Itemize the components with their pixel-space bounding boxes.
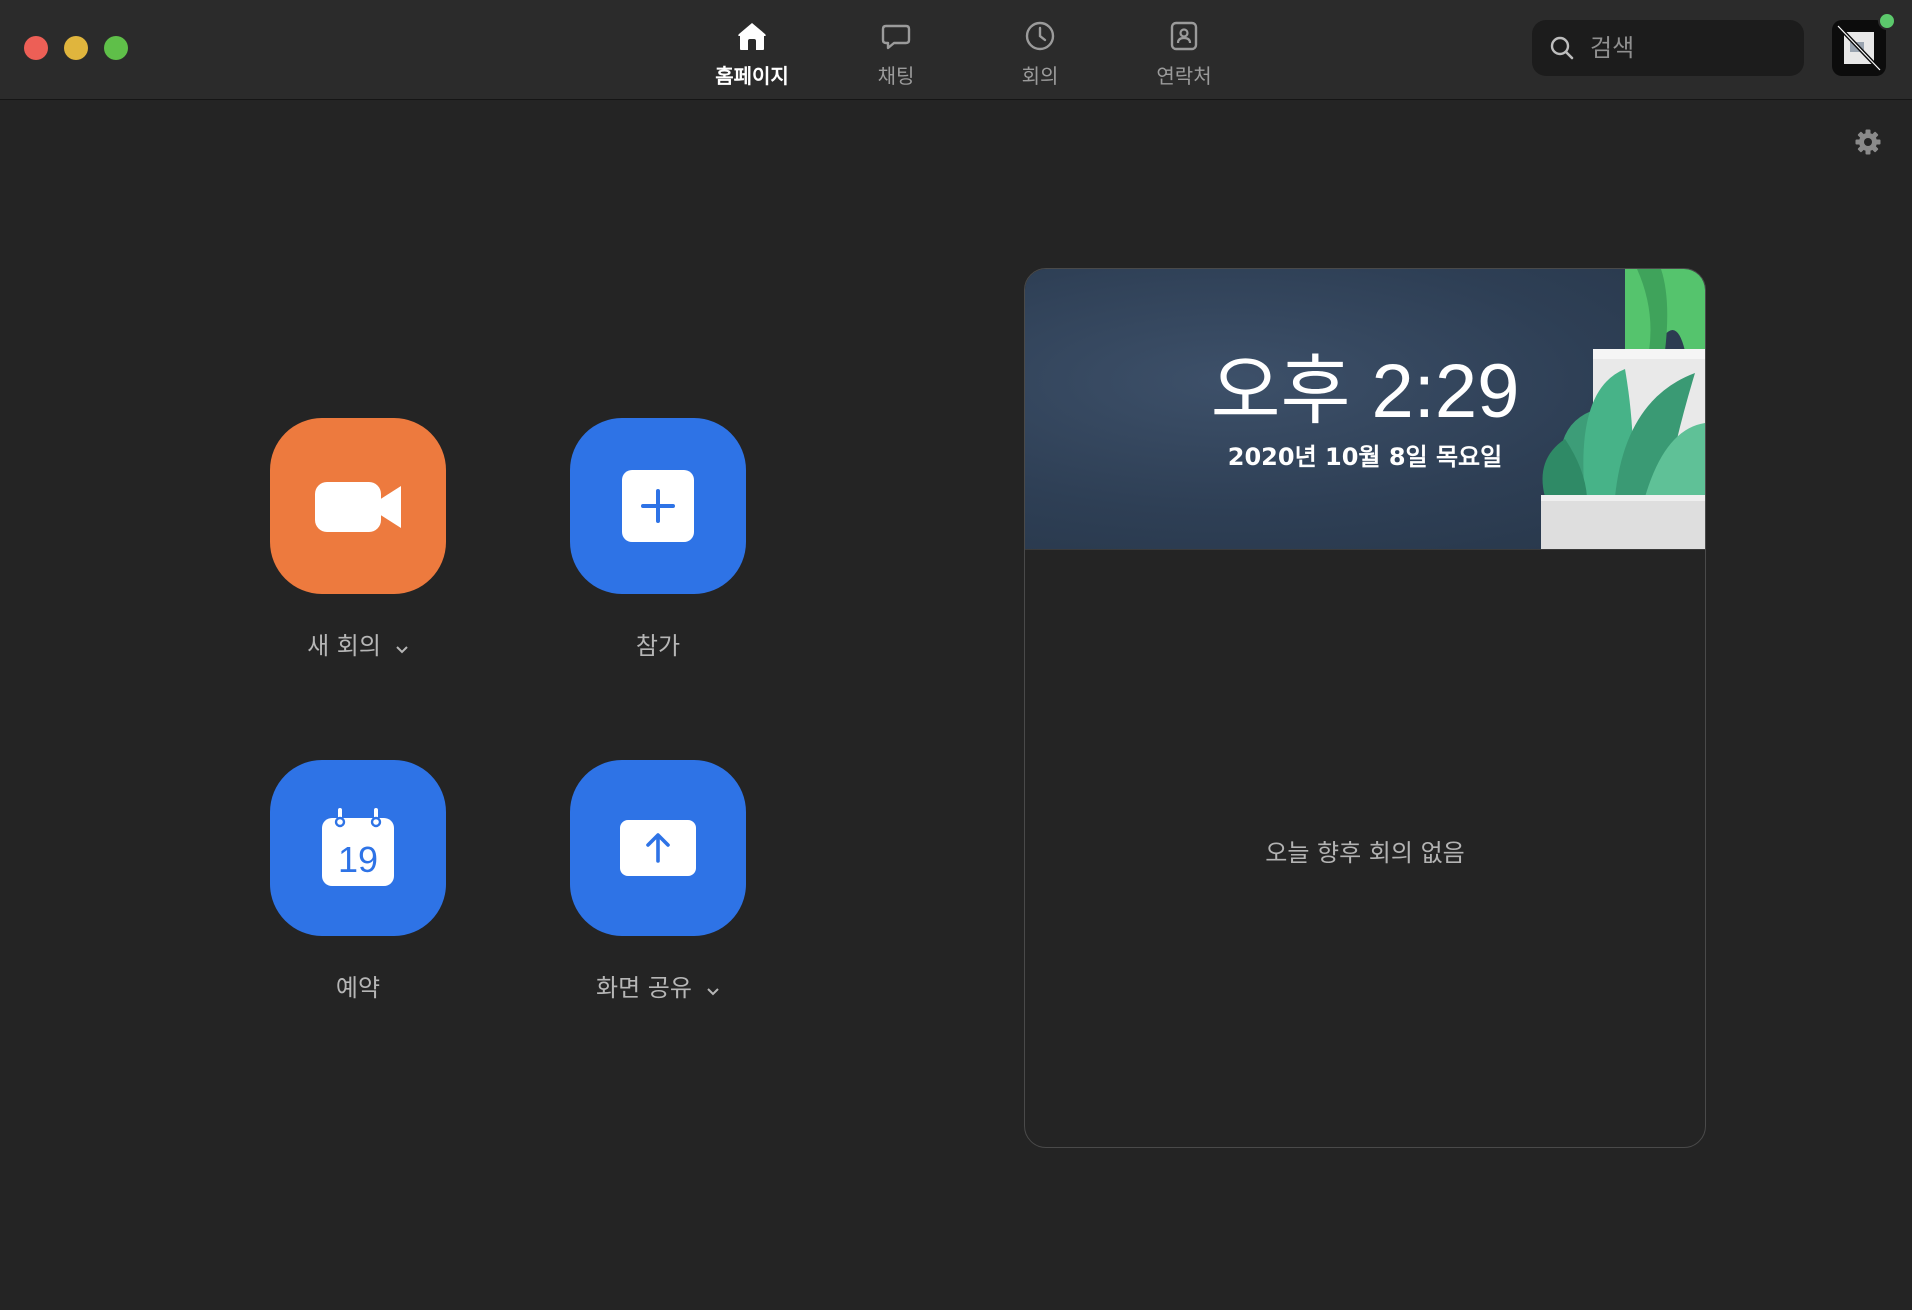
profile-picture-icon	[1836, 24, 1882, 72]
schedule-action: 19 예약	[270, 760, 446, 1002]
new-meeting-action: 새 회의	[270, 418, 446, 660]
plus-icon	[622, 470, 694, 542]
upload-arrow-icon	[620, 820, 696, 876]
upcoming-meetings-panel: 오후 2:29 2020년 10월 8일 목요일 오늘 향후 회의 없음	[1024, 268, 1706, 1148]
avatar[interactable]	[1832, 20, 1886, 76]
video-camera-icon	[315, 482, 401, 532]
tab-home-label: 홈페이지	[715, 64, 789, 88]
share-screen-label: 화면 공유	[596, 974, 692, 1002]
window-close-button[interactable]	[24, 36, 48, 60]
tab-meetings[interactable]: 회의	[968, 14, 1112, 94]
no-meetings-message: 오늘 향후 회의 없음	[1265, 839, 1465, 867]
share-screen-action: 화면 공유	[570, 760, 746, 1002]
window-minimize-button[interactable]	[64, 36, 88, 60]
chevron-down-icon[interactable]	[706, 975, 720, 1003]
share-screen-caption[interactable]: 화면 공유	[510, 968, 806, 1003]
join-caption: 참가	[510, 626, 806, 661]
tab-chat[interactable]: 채팅	[824, 14, 968, 94]
tab-meetings-label: 회의	[1021, 64, 1059, 88]
search-input[interactable]	[1588, 33, 1782, 63]
clock-icon	[1025, 21, 1055, 51]
tab-contacts[interactable]: 연락처	[1112, 14, 1256, 94]
calendar-day-number: 19	[338, 839, 378, 880]
join-action: 참가	[570, 418, 746, 660]
tab-contacts-label: 연락처	[1156, 64, 1212, 88]
window-maximize-button[interactable]	[104, 36, 128, 60]
tab-chat-label: 채팅	[877, 64, 915, 88]
new-meeting-caption[interactable]: 새 회의	[210, 626, 506, 661]
share-screen-button[interactable]	[570, 760, 746, 936]
join-label: 참가	[635, 632, 681, 660]
join-button[interactable]	[570, 418, 746, 594]
search-icon	[1550, 36, 1574, 60]
new-meeting-label: 새 회의	[307, 632, 381, 660]
chat-icon	[881, 24, 911, 50]
calendar-icon: 19	[322, 808, 394, 886]
schedule-caption: 예약	[210, 968, 506, 1003]
main-nav-tabs: 홈페이지 채팅 회의 연락처	[680, 14, 1256, 94]
new-meeting-button[interactable]	[270, 418, 446, 594]
clock-banner: 오후 2:29 2020년 10월 8일 목요일	[1025, 269, 1705, 550]
current-time: 오후 2:29	[1210, 349, 1520, 434]
chevron-down-icon[interactable]	[395, 633, 409, 661]
home-icon	[738, 23, 766, 50]
schedule-label: 예약	[335, 974, 381, 1002]
tab-home[interactable]: 홈페이지	[680, 14, 824, 94]
contacts-icon	[1170, 21, 1198, 51]
settings-gear-icon[interactable]	[1854, 128, 1882, 156]
title-bar: 홈페이지 채팅 회의 연락처	[0, 0, 1912, 100]
current-date: 2020년 10월 8일 목요일	[1227, 443, 1503, 471]
search-box[interactable]	[1532, 20, 1804, 76]
schedule-button[interactable]: 19	[270, 760, 446, 936]
online-status-indicator	[1878, 12, 1896, 30]
